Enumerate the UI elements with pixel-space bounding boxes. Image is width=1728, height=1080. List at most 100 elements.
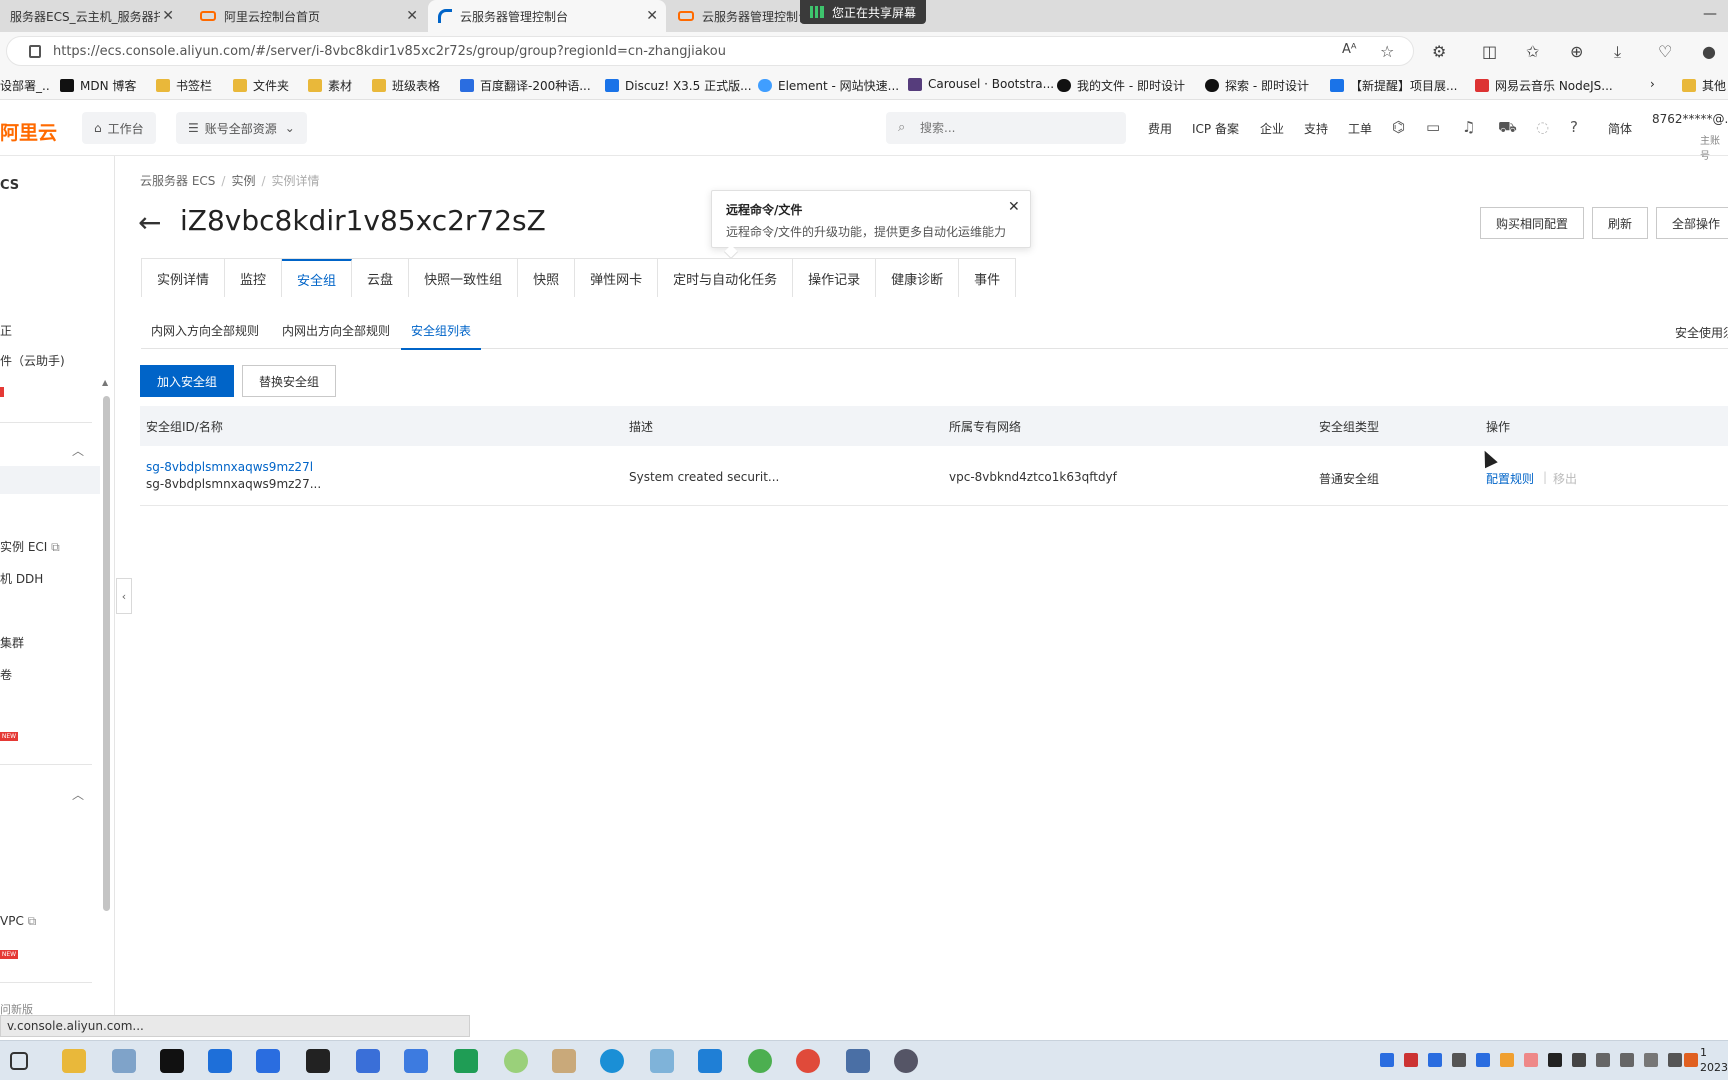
close-icon[interactable]: ✕ (1008, 199, 1020, 215)
header-link-enterprise[interactable]: 企业 (1260, 120, 1284, 137)
app-icon[interactable] (112, 1049, 136, 1073)
subtab-outbound-rules[interactable]: 内网出方向全部规则 (272, 322, 400, 350)
configure-rules-link[interactable]: 配置规则 (1486, 470, 1534, 487)
url-box[interactable]: https://ecs.console.aliyun.com/#/server/… (6, 36, 1414, 66)
bookmark-item[interactable]: 文件夹 (233, 77, 289, 94)
bookmark-item[interactable]: 百度翻译-200种语... (460, 77, 591, 94)
security-group-id-link[interactable]: sg-8vbdplsmnxaqws9mz27l (146, 460, 313, 474)
browser-tab-2[interactable]: 阿里云控制台首页 ✕ (190, 0, 426, 32)
bookmark-item[interactable]: 探索 - 即时设计 (1205, 77, 1309, 94)
remove-link[interactable]: 移出 (1553, 470, 1577, 487)
edge-icon[interactable] (600, 1049, 624, 1073)
split-screen-icon[interactable]: ◫ (1482, 42, 1497, 61)
cart-icon[interactable]: ⛟ (1498, 118, 1517, 138)
breadcrumb-instances[interactable]: 实例 (231, 174, 255, 188)
screen-share-badge[interactable]: 您正在共享屏幕 (800, 0, 927, 24)
join-security-group-button[interactable]: 加入安全组 (140, 365, 234, 397)
bookmark-item[interactable]: Discuz! X3.5 正式版... (605, 77, 752, 94)
close-icon[interactable]: ✕ (646, 8, 658, 24)
search-input[interactable] (920, 118, 1110, 138)
buy-same-config-button[interactable]: 购买相同配置 (1480, 207, 1584, 239)
breadcrumb-ecs[interactable]: 云服务器 ECS (140, 174, 215, 188)
sidebar-item-cloud-assistant[interactable]: 件（云助手) (0, 352, 65, 369)
powershell-icon[interactable] (356, 1049, 380, 1073)
close-icon[interactable]: ✕ (162, 8, 174, 24)
favorite-star-icon[interactable]: ☆ (1380, 42, 1394, 61)
account-name[interactable]: 8762*****@... (1652, 112, 1728, 126)
bookmark-item[interactable]: Carousel · Bootstra... (908, 77, 1054, 91)
tray-icon[interactable] (1500, 1053, 1514, 1067)
tab-instance-details[interactable]: 实例详情 (142, 259, 226, 297)
task-view-icon[interactable] (10, 1052, 28, 1070)
bookmark-item[interactable]: Element - 网站快速... (758, 77, 899, 94)
read-aloud-icon[interactable]: Aᴬ (1342, 42, 1357, 57)
search-box[interactable]: ⌕ (886, 112, 1126, 144)
sidebar-item-cluster[interactable]: 集群 (0, 634, 24, 651)
back-arrow-icon[interactable]: ← (138, 206, 161, 239)
cloud-shell-icon[interactable]: ⌬ (1392, 118, 1405, 136)
minimize-icon[interactable]: — (1703, 6, 1717, 22)
sidebar-item[interactable]: 正 (0, 322, 12, 339)
bookmark-item[interactable]: 其他 (1682, 77, 1726, 94)
lightbulb-icon[interactable]: ◌ (1536, 118, 1549, 136)
bookmark-item[interactable]: 网易云音乐 NodeJS... (1475, 77, 1613, 94)
file-explorer-icon[interactable] (62, 1049, 86, 1073)
network-icon[interactable] (1596, 1053, 1610, 1067)
bookmark-item[interactable]: MDN 博客 (60, 77, 136, 94)
tray-icon[interactable] (1404, 1053, 1418, 1067)
sogou-icon[interactable] (1684, 1053, 1698, 1067)
language-switch[interactable]: 简体 (1608, 120, 1632, 137)
browser-tab-3[interactable]: 云服务器管理控制台 ✕ (428, 0, 666, 32)
subtab-security-group-list[interactable]: 安全组列表 (401, 322, 482, 350)
app-icon[interactable] (748, 1049, 772, 1073)
sidebar-item-volume[interactable]: 卷 (0, 666, 12, 683)
favorites-icon[interactable]: ✩ (1526, 42, 1539, 61)
terminal-app-icon[interactable] (306, 1049, 330, 1073)
paint-icon[interactable] (552, 1049, 576, 1073)
network-tool-icon[interactable] (846, 1049, 870, 1073)
collapse-sidebar-button[interactable]: ‹ (116, 578, 132, 614)
terminal-icon[interactable]: ▭ (1426, 118, 1440, 136)
more-bookmarks-icon[interactable]: › (1650, 77, 1655, 91)
chevron-up-icon[interactable]: ︿ (72, 786, 84, 803)
header-link-billing[interactable]: 费用 (1148, 120, 1172, 137)
tab-scheduled-tasks[interactable]: 定时与自动化任务 (658, 259, 794, 297)
sidebar-item-vpc[interactable]: VPC ⧉ (0, 914, 36, 929)
bookmark-item[interactable]: 我的文件 - 即时设计 (1057, 77, 1185, 94)
browser-essentials-icon[interactable]: ♡ (1658, 42, 1672, 61)
resources-dropdown[interactable]: ☰ 账号全部资源 ⌄ (176, 112, 307, 144)
tab-disks[interactable]: 云盘 (352, 259, 410, 297)
bookmark-item[interactable]: 班级表格 (372, 77, 440, 94)
taskbar-clock[interactable]: 1 2023 (1700, 1045, 1728, 1075)
download-icon[interactable]: ⤓ (1614, 42, 1621, 62)
collections-icon[interactable]: ⊕ (1570, 42, 1583, 61)
tab-monitoring[interactable]: 监控 (225, 259, 283, 297)
bell-icon[interactable]: ♫ (1462, 118, 1475, 136)
bookmark-item[interactable]: 【新提醒】项目展... (1330, 77, 1457, 94)
browser-tab-1[interactable]: 服务器ECS_云主机_服务器托管 ✕ (0, 0, 182, 32)
sidebar-item-eci[interactable]: 实例 ECI ⧉ (0, 538, 60, 555)
bookmark-item[interactable]: 书签栏 (156, 77, 212, 94)
ime-icon[interactable] (1644, 1053, 1658, 1067)
bookmark-item[interactable]: 设部署_.. (0, 77, 50, 94)
header-link-ticket[interactable]: 工单 (1348, 120, 1372, 137)
editor-icon[interactable] (404, 1049, 428, 1073)
p-app-icon[interactable] (256, 1049, 280, 1073)
volume-icon[interactable] (1620, 1053, 1634, 1067)
header-link-support[interactable]: 支持 (1304, 120, 1328, 137)
microphone-icon[interactable] (1572, 1053, 1586, 1067)
tray-icon[interactable] (1452, 1053, 1466, 1067)
vscode-icon[interactable] (698, 1049, 722, 1073)
tab-snapshot-consistency-groups[interactable]: 快照一致性组 (409, 259, 519, 297)
scroll-up-icon[interactable]: ▲ (102, 378, 108, 387)
subtab-inbound-rules[interactable]: 内网入方向全部规则 (141, 322, 269, 350)
photos-icon[interactable] (208, 1049, 232, 1073)
qq-icon[interactable] (1548, 1053, 1562, 1067)
close-icon[interactable]: ✕ (406, 8, 418, 24)
help-icon[interactable]: ? (1570, 118, 1578, 136)
replace-security-group-button[interactable]: 替换安全组 (242, 365, 336, 397)
tiktok-icon[interactable] (160, 1049, 184, 1073)
tab-health-diagnosis[interactable]: 健康诊断 (876, 259, 960, 297)
security-usage-notice-link[interactable]: 安全使用须知 (1675, 324, 1728, 341)
tray-icon[interactable] (1524, 1053, 1538, 1067)
